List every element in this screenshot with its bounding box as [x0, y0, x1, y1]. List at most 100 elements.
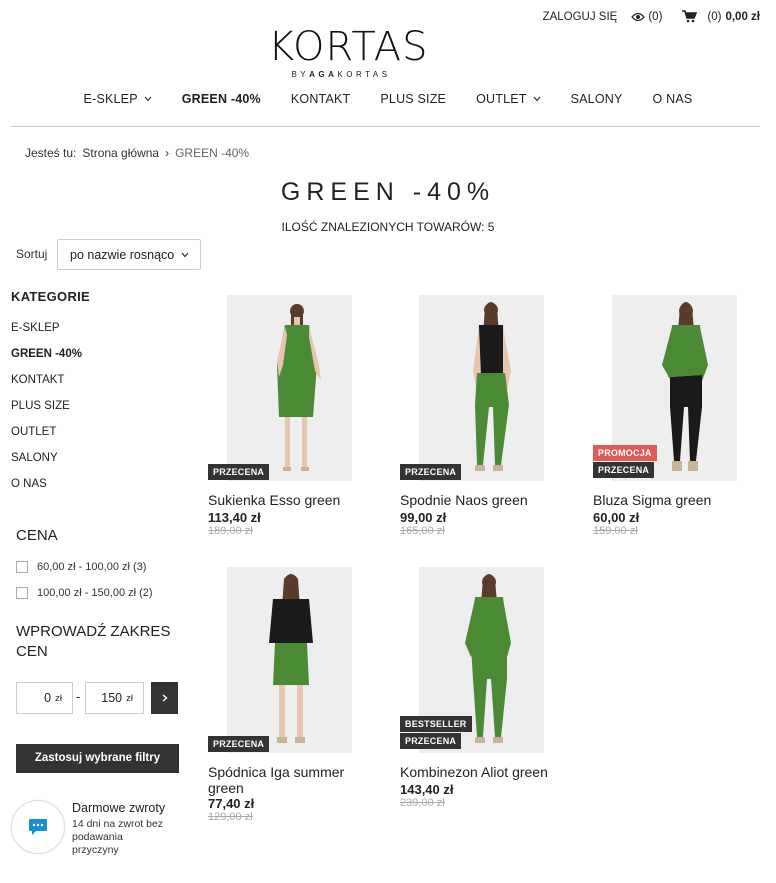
badge-group: PRZECENA	[208, 735, 270, 752]
product-image[interactable]	[227, 567, 352, 753]
cart-icon	[682, 10, 698, 23]
category-e-sklep[interactable]: E-SKLEP	[11, 322, 82, 348]
product-old-price: 189,00 zł	[208, 525, 253, 537]
badge-group: PROMOCJA PRZECENA	[593, 444, 657, 478]
main-nav: E-SKLEP GREEN -40% KONTAKT PLUS SIZE OUT…	[0, 92, 776, 106]
model-figure	[277, 304, 321, 471]
product-price: 60,00 zł	[593, 510, 640, 525]
nav-item-salony[interactable]: SALONY	[571, 92, 623, 106]
logo[interactable]: KORTAS BYAGAKORTAS	[268, 24, 429, 79]
checkbox[interactable]	[16, 587, 28, 599]
range-dash: -	[76, 689, 81, 704]
badge-group: PRZECENA	[400, 463, 462, 480]
returns-title: Darmowe zwroty	[72, 801, 166, 815]
category-o-nas[interactable]: O NAS	[11, 478, 82, 504]
chevron-down-icon	[144, 96, 152, 102]
nav-divider	[11, 126, 760, 127]
cart-count: (0)	[707, 10, 722, 23]
product-name[interactable]: Kombinezon Aliot green	[400, 764, 570, 780]
category-green[interactable]: GREEN -40%	[11, 348, 82, 374]
login-link[interactable]: ZALOGUJ SIĘ	[543, 11, 618, 23]
nav-item-green[interactable]: GREEN -40%	[182, 92, 261, 106]
breadcrumb-current: GREEN -40%	[175, 146, 250, 160]
badge-bestseller: BESTSELLER	[400, 716, 472, 732]
sort-select[interactable]: po nazwie rosnąco	[57, 239, 201, 270]
product-image[interactable]	[419, 295, 544, 481]
badge-sale: PRZECENA	[593, 462, 655, 478]
badge-group: PRZECENA	[208, 463, 270, 480]
price-option-label: 60,00 zł - 100,00 zł (3)	[37, 561, 147, 573]
logo-text: KORTAS	[268, 24, 429, 70]
product-old-price: 165,00 zł	[400, 525, 445, 537]
returns-text: 14 dni na zwrot bez podawania przyczyny	[72, 818, 164, 856]
page-title: GREEN -40%	[280, 178, 496, 206]
top-bar: ZALOGUJ SIĘ (0) (0) 0,00 zł	[543, 10, 760, 23]
chevron-right-icon	[162, 694, 168, 702]
product-image[interactable]	[227, 295, 352, 481]
product-card[interactable]: PROMOCJA PRZECENA Bluza Sigma green 60,0…	[593, 295, 768, 545]
returns-icon-circle	[11, 800, 65, 854]
product-old-price: 159,00 zł	[593, 525, 638, 537]
breadcrumb-prefix: Jesteś tu:	[25, 146, 77, 160]
price-option-label: 100,00 zł - 150,00 zł (2)	[37, 587, 153, 599]
price-option[interactable]: 60,00 zł - 100,00 zł (3)	[16, 561, 146, 573]
product-price: 77,40 zł	[208, 796, 255, 811]
breadcrumb: Jesteś tu: Strona główna › GREEN -40%	[25, 146, 255, 160]
product-count: ILOŚĆ ZNALEZIONYCH TOWARÓW: 5	[281, 220, 495, 234]
badge-promo: PROMOCJA	[593, 445, 657, 461]
logo-subtext: BYAGAKORTAS	[291, 70, 391, 79]
nav-item-e-sklep[interactable]: E-SKLEP	[84, 92, 152, 106]
badge-sale: PRZECENA	[208, 464, 270, 480]
range-submit-button[interactable]	[151, 682, 178, 714]
price-option[interactable]: 100,00 zł - 150,00 zł (2)	[16, 587, 153, 599]
nav-item-o-nas[interactable]: O NAS	[653, 92, 693, 106]
category-outlet[interactable]: OUTLET	[11, 426, 82, 452]
breadcrumb-home[interactable]: Strona główna	[82, 146, 159, 160]
nav-item-outlet[interactable]: OUTLET	[476, 92, 541, 106]
badge-sale: PRZECENA	[400, 733, 462, 749]
price-max-input[interactable]: 150 zł	[85, 682, 144, 714]
product-name[interactable]: Spodnie Naos green	[400, 492, 570, 508]
sort-label: Sortuj	[16, 247, 48, 261]
model-figure	[269, 574, 313, 743]
product-price: 113,40 zł	[208, 510, 261, 525]
badge-sale: PRZECENA	[400, 464, 462, 480]
category-list: E-SKLEP GREEN -40% KONTAKT PLUS SIZE OUT…	[11, 322, 82, 504]
nav-item-plus-size[interactable]: PLUS SIZE	[380, 92, 446, 106]
breadcrumb-separator: ›	[165, 146, 170, 160]
product-old-price: 129,00 zł	[208, 811, 253, 823]
category-salony[interactable]: SALONY	[11, 452, 82, 478]
apply-filters-button[interactable]: Zastosuj wybrane filtry	[16, 744, 179, 773]
price-min-input[interactable]: 0 zł	[16, 682, 73, 714]
product-old-price: 239,00 zł	[400, 797, 445, 809]
model-figure	[473, 302, 511, 471]
sort-value: po nazwie rosnąco	[70, 248, 175, 262]
product-name[interactable]: Spódnica Iga summer green	[208, 764, 378, 796]
category-kontakt[interactable]: KONTAKT	[11, 374, 82, 400]
chat-icon	[29, 819, 47, 835]
product-name[interactable]: Bluza Sigma green	[593, 492, 763, 508]
product-price: 143,40 zł	[400, 782, 454, 797]
viewed-count: (0)	[648, 10, 663, 23]
eye-icon	[631, 12, 646, 21]
badge-group: BESTSELLER PRZECENA	[400, 715, 472, 749]
price-range-title: WPROWADŹ ZAKRES CEN	[16, 623, 171, 660]
cart-total: 0,00 zł	[725, 10, 760, 23]
product-card[interactable]: PRZECENA Sukienka Esso green 113,40 zł 1…	[208, 295, 383, 545]
viewed-products-link[interactable]: (0)	[631, 11, 662, 23]
free-returns-widget: Darmowe zwroty 14 dni na zwrot bez podaw…	[11, 800, 172, 857]
checkbox[interactable]	[16, 561, 28, 573]
product-card[interactable]: BESTSELLER PRZECENA Kombinezon Aliot gre…	[400, 567, 575, 817]
badge-sale: PRZECENA	[208, 736, 270, 752]
product-card[interactable]: PRZECENA Spodnie Naos green 99,00 zł 165…	[400, 295, 575, 545]
chevron-down-icon	[181, 252, 189, 258]
cart-link[interactable]: (0) 0,00 zł	[682, 10, 760, 23]
product-card[interactable]: PRZECENA Spódnica Iga summer green 77,40…	[208, 567, 383, 827]
price-filter-title: CENA	[16, 527, 58, 544]
categories-title: KATEGORIE	[11, 289, 91, 304]
product-price: 99,00 zł	[400, 510, 447, 525]
category-plus-size[interactable]: PLUS SIZE	[11, 400, 82, 426]
product-name[interactable]: Sukienka Esso green	[208, 492, 378, 508]
chevron-down-icon	[533, 96, 541, 102]
nav-item-kontakt[interactable]: KONTAKT	[291, 92, 351, 106]
